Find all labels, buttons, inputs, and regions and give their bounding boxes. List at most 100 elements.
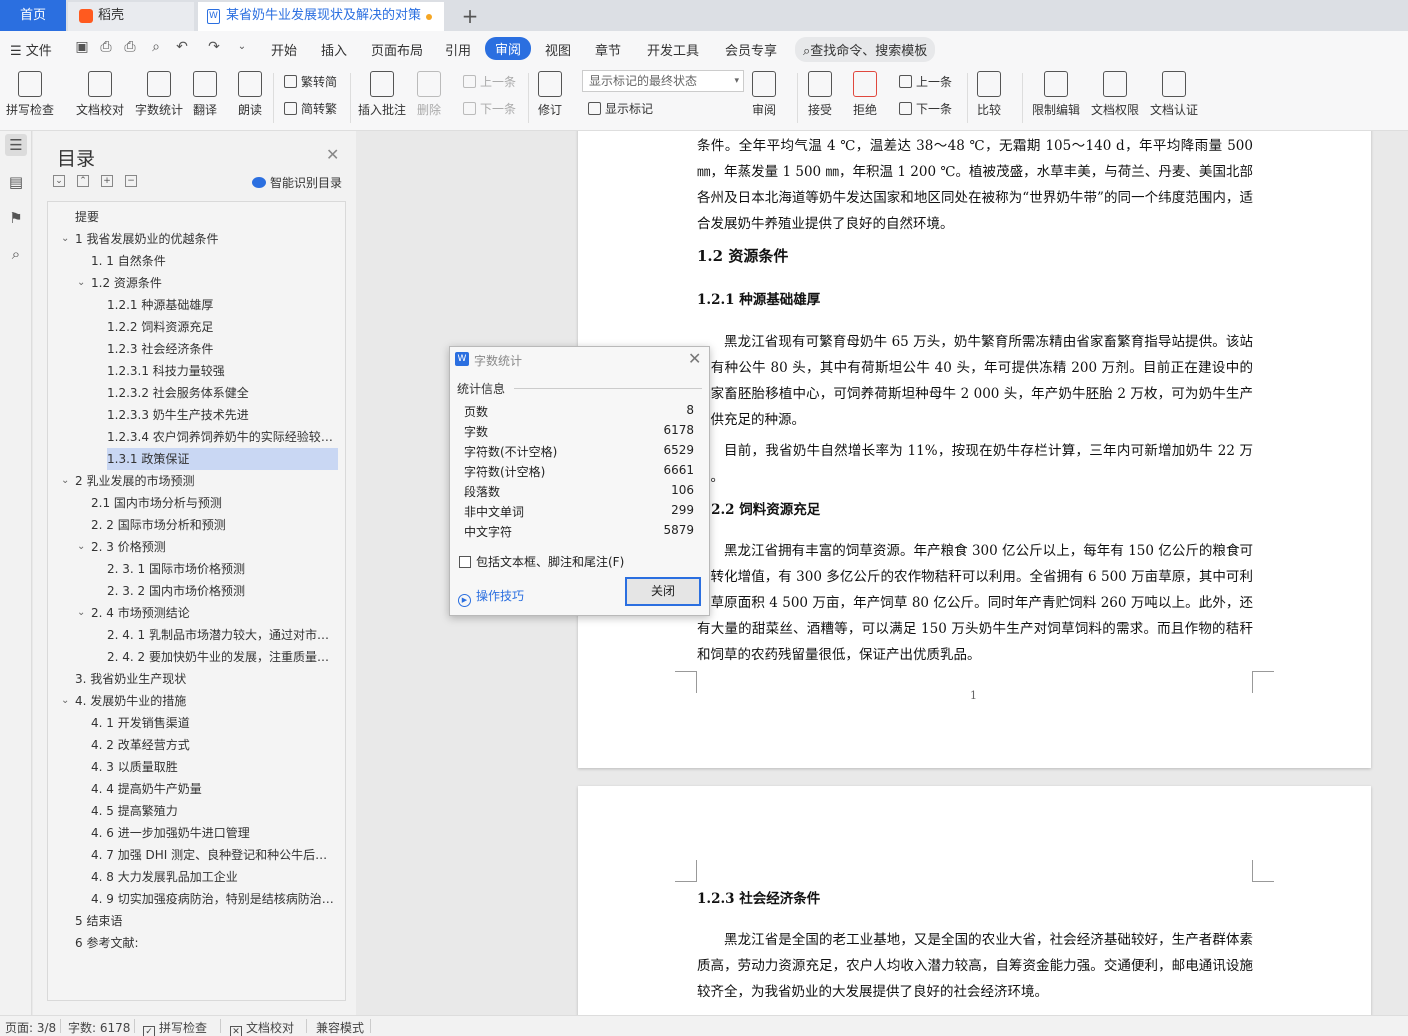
close-icon[interactable]: ✕ (326, 145, 339, 164)
read-aloud-button[interactable]: 朗读 (238, 71, 262, 118)
toc-item[interactable]: 4. 5 提高繁殖力 (91, 800, 336, 822)
toc-item[interactable]: 1.2.3.2 社会服务体系健全 (107, 382, 336, 404)
show-markup-button[interactable]: 显示标记 (588, 100, 653, 117)
toc-item[interactable]: 1.2.3.4 农户饲养饲养奶牛的实际经验较丰富 (107, 426, 336, 448)
doc-proof-button[interactable]: 文档校对 (76, 71, 124, 118)
track-changes-button[interactable]: 修订 (538, 71, 562, 118)
tab-document[interactable]: W 某省奶牛业发展现状及解决的对策 (198, 2, 444, 31)
menu-chapter[interactable]: 章节 (595, 40, 621, 59)
toc-item[interactable]: 1.3.1 政策保证 (107, 448, 338, 470)
toc-panel-icon[interactable]: ☰ (5, 134, 27, 156)
bookmark-icon[interactable]: ⚑ (5, 207, 27, 229)
toc-item[interactable]: 4. 6 进一步加强奶牛进口管理 (91, 822, 336, 844)
next-change-button[interactable]: 下一条 (899, 100, 952, 117)
toc-item[interactable]: 3. 我省奶业生产现状 (75, 668, 336, 690)
save-icon[interactable]: ▣ (74, 39, 90, 55)
chevron-down-icon[interactable]: ⌄ (61, 690, 69, 712)
word-count-indicator[interactable]: 字数: 6178 (68, 1019, 130, 1036)
doc-rights-button[interactable]: 文档权限 (1091, 71, 1139, 118)
review-pane-button[interactable]: 审阅 (752, 71, 776, 118)
markup-state-select[interactable]: 显示标记的最终状态 ▾ (582, 70, 744, 92)
toc-item[interactable]: 4. 4 提高奶牛产奶量 (91, 778, 336, 800)
toc-item[interactable]: 2. 3. 1 国际市场价格预测 (107, 558, 336, 580)
toc-item[interactable]: 4. 1 开发销售渠道 (91, 712, 336, 734)
toc-item[interactable]: 1.2.3 社会经济条件 (107, 338, 336, 360)
print-preview-icon[interactable]: ⌕ (148, 39, 164, 55)
menu-reference[interactable]: 引用 (445, 40, 471, 59)
menu-member[interactable]: 会员专享 (725, 40, 777, 59)
new-tab-button[interactable]: + (458, 3, 482, 32)
toc-item[interactable]: 6 参考文献: (75, 932, 336, 954)
remove-heading-icon[interactable]: − (125, 175, 137, 187)
chevron-down-icon[interactable]: ⌄ (77, 536, 85, 558)
toc-item[interactable]: 1. 1 自然条件 (91, 250, 336, 272)
toc-item[interactable]: 4. 2 改革经营方式 (91, 734, 336, 756)
toc-item[interactable]: 2. 2 国际市场分析和预测 (91, 514, 336, 536)
expand-up-icon[interactable]: ⌃ (77, 175, 89, 187)
toc-item[interactable]: 4. 9 切实加强疫病防治，特别是结核病防治工作 (91, 888, 336, 910)
smart-toc-button[interactable]: 智能识别目录 (252, 174, 342, 191)
next-comment-button[interactable]: 下一条 (463, 100, 516, 117)
toc-item[interactable]: ⌄ 2 乳业发展的市场预测 (61, 470, 336, 492)
menu-dev-tools[interactable]: 开发工具 (647, 40, 699, 59)
toc-item[interactable]: 4. 3 以质量取胜 (91, 756, 336, 778)
menu-insert[interactable]: 插入 (321, 40, 347, 59)
reject-button[interactable]: 拒绝 (853, 71, 877, 118)
toc-item[interactable]: ⌄ 2. 3 价格预测 (77, 536, 336, 558)
toc-item[interactable]: ⌄ 4. 发展奶牛业的措施 (61, 690, 336, 712)
toc-item[interactable]: 2. 4. 2 要加快奶牛业的发展，注重质量和效益 (107, 646, 336, 668)
redo-icon[interactable]: ↷ (206, 39, 222, 55)
word-count-button[interactable]: 字数统计 (135, 71, 183, 118)
menu-view[interactable]: 视图 (545, 40, 571, 59)
menu-page-layout[interactable]: 页面布局 (371, 40, 423, 59)
page-indicator[interactable]: 页面: 3/8 (5, 1019, 56, 1036)
prev-change-button[interactable]: 上一条 (899, 73, 952, 90)
prev-comment-button[interactable]: 上一条 (463, 73, 516, 90)
chevron-down-icon[interactable]: ⌄ (61, 228, 69, 250)
doc-cert-button[interactable]: 文档认证 (1150, 71, 1198, 118)
undo-icon[interactable]: ↶ (174, 39, 190, 55)
toc-item[interactable]: ⌄ 1 我省发展奶业的优越条件 (61, 228, 336, 250)
customize-chevron-icon[interactable]: ⌄ (234, 39, 250, 55)
toc-item[interactable]: ⌄ 1.2 资源条件 (77, 272, 336, 294)
tab-home[interactable]: 首页 (0, 0, 66, 31)
tab-docer[interactable]: 稻壳 (68, 2, 194, 31)
restrict-edit-button[interactable]: 限制编辑 (1032, 71, 1080, 118)
menu-review[interactable]: 审阅 (485, 37, 532, 60)
chevron-down-icon[interactable]: ⌄ (77, 272, 85, 294)
chevron-down-icon[interactable]: ⌄ (77, 602, 85, 624)
collapse-all-icon[interactable]: ⌄ (53, 175, 65, 187)
close-icon[interactable]: ✕ (688, 349, 701, 368)
translate-button[interactable]: 翻译 (193, 71, 217, 118)
include-footnotes-checkbox[interactable]: 包括文本框、脚注和尾注(F) (459, 553, 624, 570)
trad-to-simp-button[interactable]: 繁转简 (284, 73, 337, 90)
toc-item[interactable]: 4. 7 加强 DHI 测定、良种登记和种公牛后裔测定 (91, 844, 336, 866)
file-menu[interactable]: ☰ 文件 (10, 40, 52, 59)
spell-check-button[interactable]: 拼写检查 (6, 71, 54, 118)
toc-item[interactable]: 1.2.2 饲料资源充足 (107, 316, 336, 338)
toc-item[interactable]: 4. 8 大力发展乳品加工企业 (91, 866, 336, 888)
menu-start[interactable]: 开始 (271, 40, 297, 59)
close-button[interactable]: 关闭 (625, 577, 701, 606)
toc-item[interactable]: 5 结束语 (75, 910, 336, 932)
command-search[interactable]: ⌕查找命令、搜索模板 (795, 37, 936, 62)
compare-button[interactable]: 比较 (977, 71, 1001, 118)
insert-comment-button[interactable]: 插入批注 (358, 71, 406, 118)
spell-check-status[interactable]: ✓ 拼写检查 (143, 1019, 207, 1036)
toc-item[interactable]: 提要 (75, 206, 336, 228)
export-pdf-icon[interactable]: ⎙ (98, 39, 114, 55)
toc-item[interactable]: 1.2.3.3 奶牛生产技术先进 (107, 404, 336, 426)
delete-comment-button[interactable]: 删除 (417, 71, 441, 118)
toc-item[interactable]: 2. 4. 1 乳制品市场潜力较大，通过对市场的分析 (107, 624, 336, 646)
toc-item[interactable]: 1.2.1 种源基础雄厚 (107, 294, 336, 316)
chapter-nav-icon[interactable]: ▤ (5, 171, 27, 193)
toc-item[interactable]: 1.2.3.1 科技力量较强 (107, 360, 336, 382)
print-icon[interactable]: ⎙ (122, 39, 138, 55)
accept-button[interactable]: 接受 (808, 71, 832, 118)
simp-to-trad-button[interactable]: 简转繁 (284, 100, 337, 117)
find-icon[interactable]: ⌕ (5, 243, 27, 265)
add-heading-icon[interactable]: + (101, 175, 113, 187)
toc-item[interactable]: 2.1 国内市场分析与预测 (91, 492, 336, 514)
toc-item[interactable]: ⌄ 2. 4 市场预测结论 (77, 602, 336, 624)
doc-proof-status[interactable]: ✕ 文档校对 (230, 1019, 294, 1036)
